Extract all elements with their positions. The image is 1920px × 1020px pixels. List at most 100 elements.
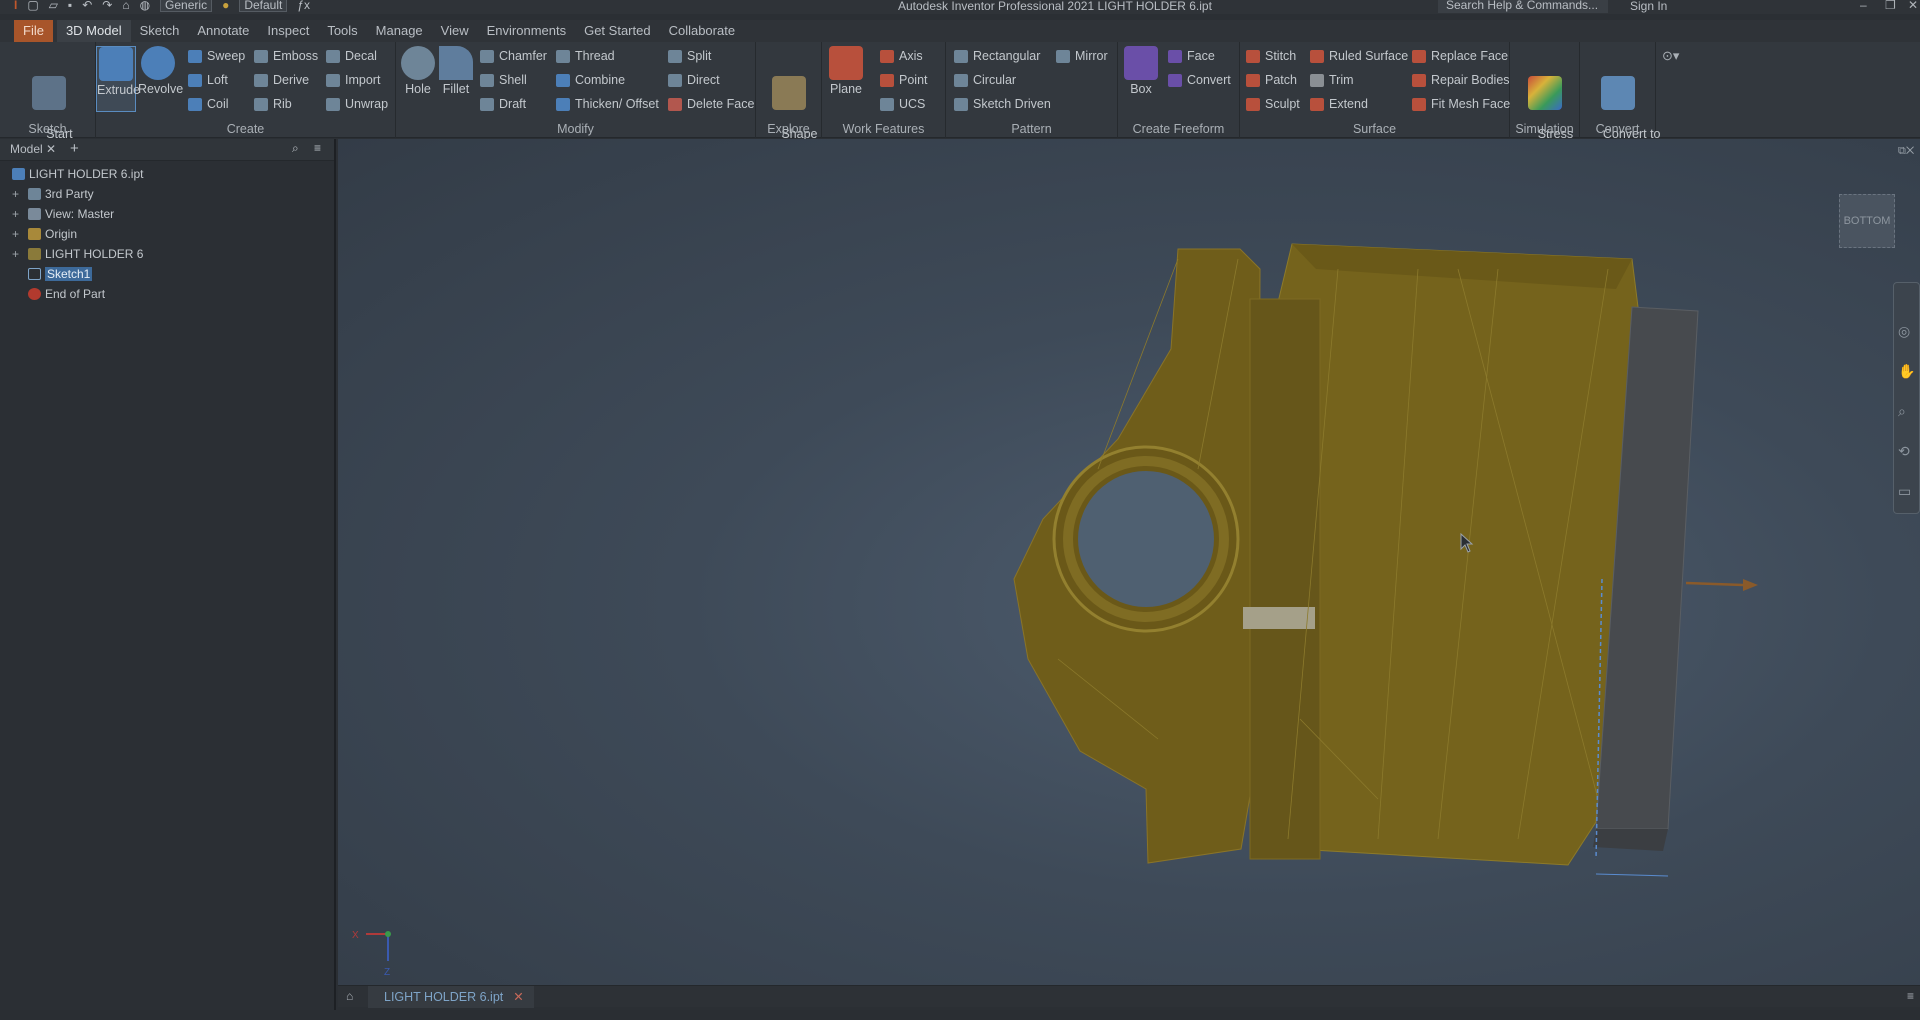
rectangular-pattern-button[interactable]: Rectangular bbox=[954, 49, 1040, 63]
decal-button[interactable]: Decal bbox=[326, 49, 377, 63]
fit-mesh-face-button[interactable]: Fit Mesh Face bbox=[1412, 97, 1510, 111]
circular-pattern-button[interactable]: Circular bbox=[954, 73, 1016, 87]
search-input[interactable]: Search Help & Commands... bbox=[1438, 0, 1608, 13]
pan-icon[interactable]: ✋ bbox=[1898, 351, 1919, 391]
face-button[interactable]: Face bbox=[1168, 49, 1215, 63]
tab-get-started[interactable]: Get Started bbox=[575, 20, 659, 42]
point-button[interactable]: Point bbox=[880, 73, 928, 87]
tree-node-view-master[interactable]: + View: Master bbox=[0, 204, 334, 224]
thicken-offset-button[interactable]: Thicken/ Offset bbox=[556, 97, 659, 111]
expand-icon[interactable]: + bbox=[12, 244, 19, 264]
convert-button[interactable]: Convert bbox=[1168, 73, 1231, 87]
search-icon[interactable]: ⌕ bbox=[292, 141, 299, 156]
tab-collaborate[interactable]: Collaborate bbox=[660, 20, 745, 42]
sketch-driven-button[interactable]: Sketch Driven bbox=[954, 97, 1051, 111]
app-logo-icon[interactable]: I bbox=[14, 0, 17, 12]
tree-node-3rd-party[interactable]: + 3rd Party bbox=[0, 184, 334, 204]
tree-node-origin[interactable]: + Origin bbox=[0, 224, 334, 244]
new-file-icon[interactable]: ▢ bbox=[27, 0, 38, 12]
coil-button[interactable]: Coil bbox=[188, 97, 229, 111]
tab-menu-icon[interactable]: ≡ bbox=[1907, 989, 1914, 1003]
home-icon[interactable]: ⌂ bbox=[122, 0, 129, 12]
zoom-icon[interactable]: ⌕ bbox=[1898, 391, 1919, 431]
graphics-window[interactable]: X Z ⧉✕ bbox=[338, 139, 1920, 985]
expand-icon[interactable]: + bbox=[12, 204, 19, 224]
viewport-restore-icon[interactable]: ⧉✕ bbox=[1898, 145, 1914, 158]
direct-button[interactable]: Direct bbox=[668, 73, 720, 87]
extend-button[interactable]: Extend bbox=[1310, 97, 1368, 111]
tab-annotate[interactable]: Annotate bbox=[188, 20, 258, 42]
appearance-select[interactable]: Default bbox=[239, 0, 288, 12]
extrude-direction-line[interactable] bbox=[1685, 581, 1744, 587]
expand-icon[interactable]: + bbox=[12, 184, 19, 204]
mirror-button[interactable]: Mirror bbox=[1056, 49, 1108, 63]
light-holder-model[interactable] bbox=[1013, 243, 1758, 877]
file-menu[interactable]: File bbox=[14, 20, 53, 42]
delete-face-button[interactable]: Delete Face bbox=[668, 97, 754, 111]
replace-face-button[interactable]: Replace Face bbox=[1412, 49, 1508, 63]
split-button[interactable]: Split bbox=[668, 49, 711, 63]
home-tab-icon[interactable]: ⌂ bbox=[346, 989, 353, 1003]
ucs-button[interactable]: UCS bbox=[880, 97, 925, 111]
undo-icon[interactable]: ↶ bbox=[82, 0, 92, 12]
open-file-icon[interactable]: ▱ bbox=[49, 0, 58, 12]
revolve-button[interactable]: Revolve bbox=[138, 46, 183, 97]
unwrap-button[interactable]: Unwrap bbox=[326, 97, 388, 111]
restore-icon[interactable]: ❐ bbox=[1885, 0, 1896, 12]
tab-3d-model[interactable]: 3D Model bbox=[56, 20, 131, 42]
close-browser-icon[interactable]: ✕ bbox=[46, 142, 56, 156]
tree-node-sketch1[interactable]: Sketch1 bbox=[0, 264, 334, 284]
sculpt-button[interactable]: Sculpt bbox=[1246, 97, 1300, 111]
thread-button[interactable]: Thread bbox=[556, 49, 615, 63]
sweep-button[interactable]: Sweep bbox=[188, 49, 245, 63]
hole-button[interactable]: Hole bbox=[400, 46, 436, 97]
close-window-icon[interactable]: ✕ bbox=[1908, 0, 1918, 12]
browser-tab-model[interactable]: Model bbox=[10, 142, 43, 156]
look-at-icon[interactable]: ▭ bbox=[1898, 471, 1919, 511]
menu-icon[interactable]: ≡ bbox=[314, 141, 321, 155]
stitch-button[interactable]: Stitch bbox=[1246, 49, 1296, 63]
steering-wheel-icon[interactable]: ◎ bbox=[1898, 311, 1919, 351]
loft-button[interactable]: Loft bbox=[188, 73, 228, 87]
shell-button[interactable]: Shell bbox=[480, 73, 527, 87]
tab-view[interactable]: View bbox=[432, 20, 478, 42]
tab-inspect[interactable]: Inspect bbox=[258, 20, 318, 42]
rib-button[interactable]: Rib bbox=[254, 97, 292, 111]
tree-node-end-of-part[interactable]: End of Part bbox=[0, 284, 334, 304]
tab-tools[interactable]: Tools bbox=[318, 20, 366, 42]
material-select[interactable]: Generic bbox=[160, 0, 213, 12]
minimize-icon[interactable]: – bbox=[1860, 0, 1867, 12]
chamfer-button[interactable]: Chamfer bbox=[480, 49, 547, 63]
add-browser-icon[interactable]: + bbox=[70, 140, 79, 157]
fillet-button[interactable]: Fillet bbox=[438, 46, 474, 97]
repair-bodies-button[interactable]: Repair Bodies bbox=[1412, 73, 1510, 87]
draft-button[interactable]: Draft bbox=[480, 97, 526, 111]
tab-environments[interactable]: Environments bbox=[478, 20, 575, 42]
orbit-icon[interactable]: ⟲ bbox=[1898, 431, 1919, 471]
save-icon[interactable]: ▪ bbox=[68, 0, 72, 12]
fx-parameters-icon[interactable]: ƒx bbox=[297, 0, 310, 12]
tree-node-body[interactable]: + LIGHT HOLDER 6 bbox=[0, 244, 334, 264]
view-cube[interactable]: BOTTOM bbox=[1839, 194, 1895, 248]
combine-button[interactable]: Combine bbox=[556, 73, 625, 87]
patch-button[interactable]: Patch bbox=[1246, 73, 1297, 87]
tab-manage[interactable]: Manage bbox=[367, 20, 432, 42]
box-button[interactable]: Box bbox=[1124, 46, 1158, 97]
plane-button[interactable]: Plane bbox=[826, 46, 866, 97]
emboss-button[interactable]: Emboss bbox=[254, 49, 318, 63]
extrude-button[interactable]: Extrude bbox=[96, 46, 140, 112]
axis-button[interactable]: Axis bbox=[880, 49, 923, 63]
expand-icon[interactable]: + bbox=[12, 224, 19, 244]
ribbon-options-icon[interactable]: ⊙▾ bbox=[1662, 48, 1679, 64]
redo-icon[interactable]: ↷ bbox=[102, 0, 112, 12]
tab-sketch[interactable]: Sketch bbox=[131, 20, 189, 42]
trim-button[interactable]: Trim bbox=[1310, 73, 1354, 87]
extrude-arrow-head[interactable] bbox=[1743, 579, 1758, 591]
sign-in-button[interactable]: Sign In bbox=[1630, 0, 1667, 13]
close-tab-icon[interactable]: ✕ bbox=[513, 986, 523, 1008]
tree-node-part[interactable]: LIGHT HOLDER 6.ipt bbox=[0, 164, 334, 184]
document-tab[interactable]: LIGHT HOLDER 6.ipt ✕ bbox=[368, 986, 534, 1008]
import-button[interactable]: Import bbox=[326, 73, 380, 87]
derive-button[interactable]: Derive bbox=[254, 73, 309, 87]
panel-label[interactable]: Modify bbox=[396, 122, 755, 136]
